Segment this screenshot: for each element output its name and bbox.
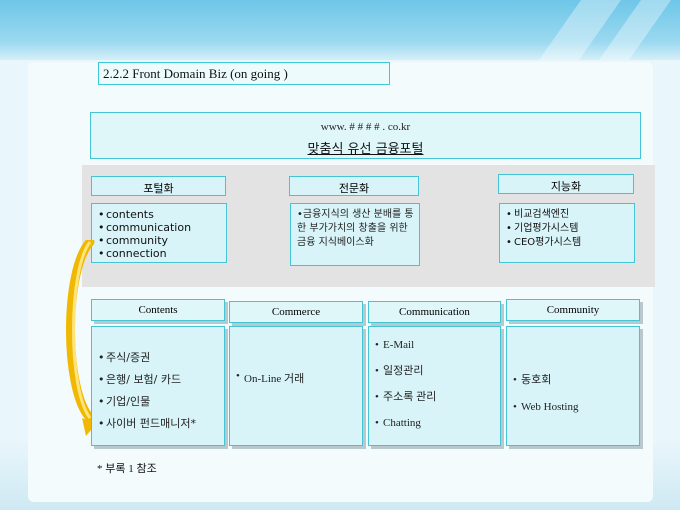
column-item: 주식/증권 — [98, 347, 224, 369]
pillar-heading: 전문화 — [289, 176, 419, 196]
column-item: Web Hosting — [513, 394, 639, 421]
column-body: 주식/증권 은행/ 보험/ 카드 기업/인물 사이버 펀드매니저* — [91, 326, 225, 446]
column-item: 동호회 — [513, 367, 639, 394]
pillar-heading: 포털화 — [91, 176, 226, 196]
column-item: E-Mail — [375, 332, 500, 358]
pillar-item: connection — [98, 247, 226, 260]
pillar-item: 기업평가시스템 — [506, 222, 634, 236]
pillar-body: 비교검색엔진 기업평가시스템 CEO평가시스템 — [499, 203, 635, 263]
column-item: 은행/ 보험/ 카드 — [98, 369, 224, 391]
pillar-item: community — [98, 234, 226, 247]
pillar-heading: 지능화 — [498, 174, 634, 194]
pillar-body: contents communication community connect… — [91, 203, 227, 263]
portal-url: www. # # # # . co.kr — [320, 121, 411, 133]
flow-arrow-icon — [66, 240, 96, 436]
column-body: 동호회 Web Hosting — [506, 326, 640, 446]
column-item: 주소록 관리 — [375, 384, 500, 410]
portal-box: www. # # # # . co.kr 맞춤식 유선 금융포털 — [90, 112, 641, 159]
column-body: E-Mail 일정관리 주소록 관리 Chatting — [368, 326, 501, 446]
footnote: * 부록 1 참조 — [97, 463, 157, 475]
column-heading: Communication — [368, 301, 501, 323]
column-item: 기업/인물 — [98, 391, 224, 413]
column-heading: Contents — [91, 299, 225, 321]
column-body: On-Line 거래 — [229, 326, 363, 446]
column-heading: Community — [506, 299, 640, 321]
column-item: Chatting — [375, 410, 500, 436]
slide-title: 2.2.2 Front Domain Biz (on going ) — [98, 62, 390, 85]
pillar-item: CEO평가시스템 — [506, 236, 634, 250]
column-heading: Commerce — [229, 301, 363, 323]
pillar-body: •금융지식의 생산 분배를 통한 부가가치의 창출을 위한 금융 지식베이스화 — [290, 203, 420, 266]
column-item: 일정관리 — [375, 358, 500, 384]
pillar-item: 비교검색엔진 — [506, 208, 634, 222]
portal-name: 맞춤식 유선 금융포털 — [307, 142, 424, 157]
column-item: 사이버 펀드매니저* — [98, 413, 224, 435]
column-item: On-Line 거래 — [236, 370, 362, 386]
pillar-item: contents — [98, 208, 226, 221]
pillar-item: communication — [98, 221, 226, 234]
